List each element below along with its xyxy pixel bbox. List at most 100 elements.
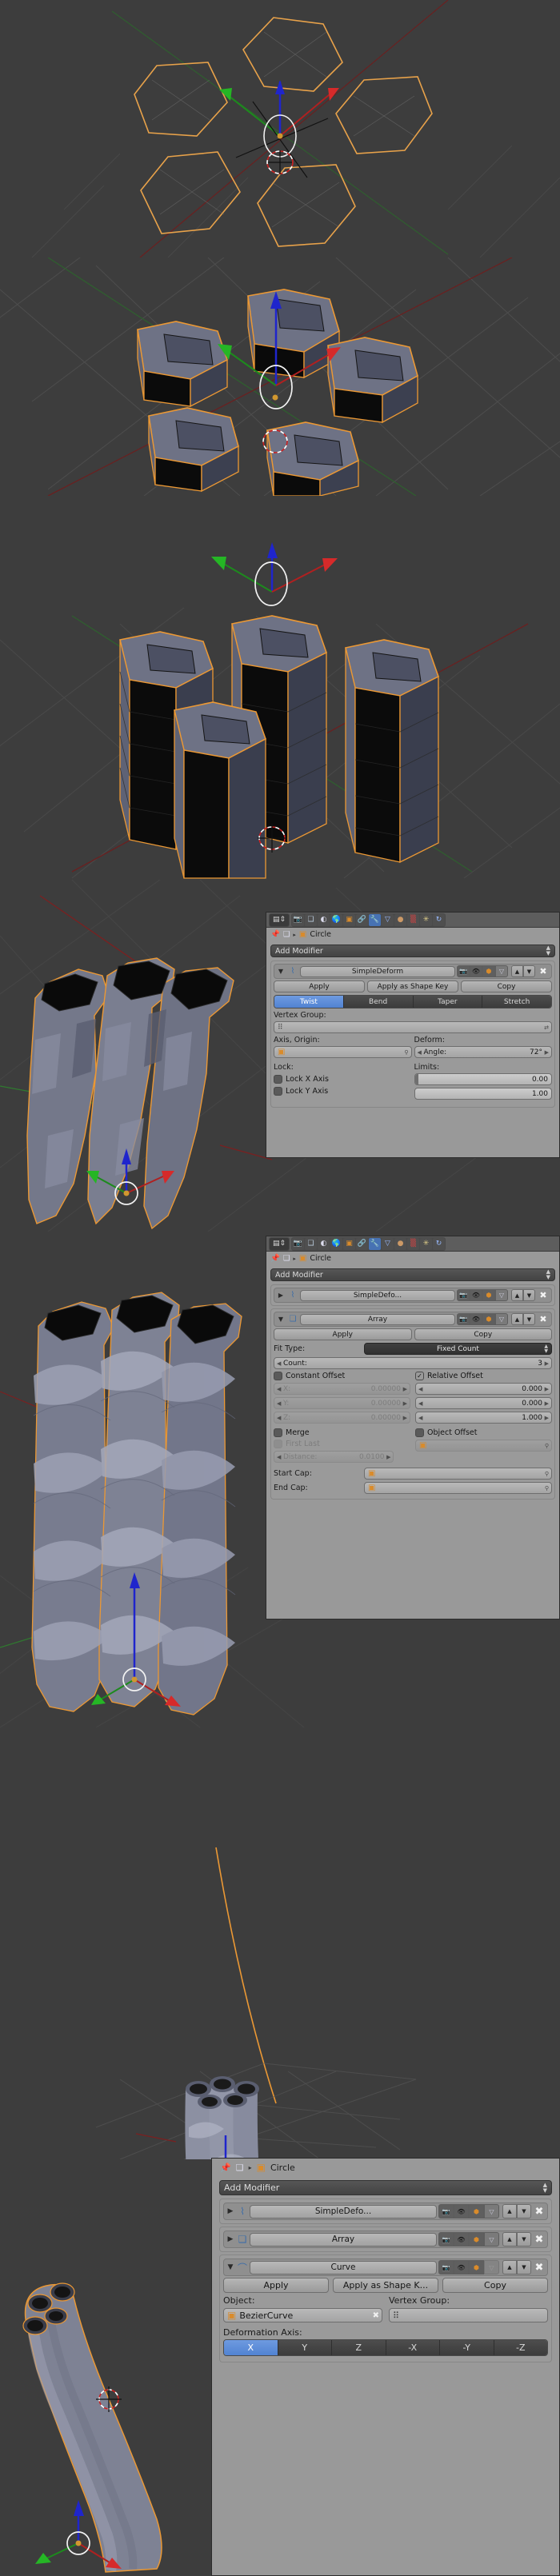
modifier-name-field[interactable]: Curve [250, 2260, 437, 2274]
pin-icon[interactable]: 📌 [270, 1254, 280, 1263]
constant-offset-z-field[interactable]: ◀ Z: 0.00000 ▶ [274, 1412, 410, 1424]
copy-button[interactable]: Copy [461, 980, 552, 992]
delete-modifier-icon[interactable]: ✖ [533, 2234, 546, 2246]
modifier-name-field[interactable]: Array [250, 2232, 437, 2247]
modifier-display-toggles[interactable]: 📷 👁 ⬢ ▽ [438, 2260, 499, 2274]
modifier-header[interactable]: ▼ ⌇ SimpleDeform 📷 👁 ⬢ ▽ ▲ ▼ ✖ [274, 964, 552, 979]
constant-offset-x-field[interactable]: ◀ X: 0.00000 ▶ [274, 1383, 410, 1395]
end-cap-field[interactable]: ▣ ⚲ [364, 1482, 552, 1494]
delete-modifier-icon[interactable]: ✖ [533, 2206, 546, 2218]
relative-offset-y-field[interactable]: ◀ 0.000 ▶ [415, 1397, 552, 1409]
modifiers-tab-icon[interactable]: 🔧 [369, 1237, 381, 1250]
limit-min-slider[interactable]: 0.00 [414, 1073, 552, 1085]
expand-triangle-icon[interactable]: ▶ [226, 2235, 235, 2243]
move-down-icon[interactable]: ▼ [523, 1313, 535, 1325]
scene-tab-icon[interactable]: ◐ [318, 1237, 330, 1250]
render-toggle-icon[interactable]: 📷 [438, 2260, 454, 2274]
modifier-display-toggles[interactable]: 📷 👁 ⬢ ▽ [438, 2204, 499, 2219]
properties-tab-group[interactable]: 📷 ❑ ◐ 🌎 ▣ 🔗 🔧 ▽ ● ▒ ✳ ↻ [291, 1236, 446, 1251]
vertex-group-field[interactable]: ⠿ ⇄ [274, 1021, 552, 1033]
editor-type-group[interactable]: ▤⇕ [269, 913, 290, 927]
mode-twist[interactable]: Twist [274, 996, 344, 1008]
move-up-icon[interactable]: ▲ [502, 2260, 517, 2274]
viewport-curve-and-object[interactable] [0, 1727, 560, 2159]
increment-arrow-icon[interactable]: ▶ [403, 1386, 407, 1392]
editor-type-icon[interactable]: ▤⇕ [270, 913, 289, 926]
checkbox-icon[interactable] [274, 1428, 282, 1437]
realtime-eye-icon[interactable]: 👁 [470, 965, 482, 977]
realtime-eye-icon[interactable]: 👁 [470, 1289, 482, 1301]
eyedropper-icon[interactable]: ⚲ [545, 1471, 549, 1477]
count-field[interactable]: ◀ Count: 3 ▶ [274, 1357, 552, 1369]
delete-modifier-icon[interactable]: ✖ [537, 966, 550, 976]
axis-neg-x[interactable]: -X [386, 2340, 440, 2355]
render-toggle-icon[interactable]: 📷 [457, 965, 470, 977]
viewport-hexagon-tall[interactable] [0, 496, 560, 880]
realtime-eye-icon[interactable]: 👁 [454, 2204, 469, 2219]
properties-tab-group[interactable]: 📷 ❑ ◐ 🌎 ▣ 🔗 🔧 ▽ ● ▒ ✳ ↻ [291, 913, 446, 927]
increment-arrow-icon[interactable]: ▶ [545, 1049, 549, 1056]
editmode-toggle-icon[interactable]: ⬢ [482, 1289, 495, 1301]
limit-max-slider[interactable]: 1.00 [414, 1088, 552, 1100]
render-toggle-icon[interactable]: 📷 [457, 1289, 470, 1301]
add-modifier-dropdown[interactable]: Add Modifier ▲ ▼ [270, 1268, 555, 1281]
angle-field[interactable]: ◀ Angle: 72° ▶ [414, 1046, 552, 1058]
properties-toolbar[interactable]: ▤⇕ 📷 ❑ ◐ 🌎 ▣ 🔗 🔧 ▽ ● ▒ ✳ ↻ [266, 1236, 559, 1252]
constant-offset-checkbox[interactable]: Constant Offset [274, 1372, 410, 1380]
apply-button[interactable]: Apply [223, 2278, 329, 2293]
oncage-toggle-icon[interactable]: ▽ [495, 1289, 508, 1301]
modifier-reorder-buttons[interactable]: ▲ ▼ [511, 1289, 535, 1301]
move-down-icon[interactable]: ▼ [517, 2232, 531, 2247]
modifier-header[interactable]: ▼ ❏ Array 📷 👁 ⬢ ▽ ▲ ▼ ✖ [274, 1312, 552, 1327]
render-layers-tab-icon[interactable]: ❑ [305, 1237, 317, 1250]
modifier-reorder-buttons[interactable]: ▲ ▼ [511, 1313, 535, 1325]
increment-arrow-icon[interactable]: ▶ [403, 1400, 407, 1407]
object-tab-icon[interactable]: ▣ [343, 913, 355, 926]
apply-button[interactable]: Apply [274, 1328, 412, 1340]
axis-origin-field[interactable]: ▣ ⚲ [274, 1046, 412, 1058]
particles-tab-icon[interactable]: ✳ [420, 1237, 432, 1250]
modifier-header[interactable]: ▼ ⌒ Curve 📷 👁 ⬢ ▽ ▲ ▼ ✖ [223, 2258, 548, 2276]
modifiers-tab-icon[interactable]: 🔧 [369, 913, 381, 926]
move-down-icon[interactable]: ▼ [517, 2260, 531, 2274]
first-last-checkbox[interactable]: First Last [274, 1440, 410, 1448]
editmode-toggle-icon[interactable]: ⬢ [482, 1313, 495, 1325]
object-tab-icon[interactable]: ▣ [343, 1237, 355, 1250]
expand-triangle-icon[interactable]: ▼ [226, 2263, 235, 2271]
checkbox-icon[interactable] [274, 1075, 282, 1084]
world-tab-icon[interactable]: 🌎 [330, 913, 342, 926]
relative-offset-z-field[interactable]: ◀ 1.000 ▶ [415, 1412, 552, 1424]
expand-triangle-icon[interactable]: ▼ [276, 968, 286, 975]
modifier-header-collapsed[interactable]: ▶ ❏ Array 📷 👁 ⬢ ▽ ▲ ▼ ✖ [223, 2231, 548, 2248]
constant-offset-y-field[interactable]: ◀ Y: 0.00000 ▶ [274, 1397, 410, 1409]
decrement-arrow-icon[interactable]: ◀ [277, 1454, 281, 1460]
mode-taper[interactable]: Taper [413, 996, 483, 1008]
move-up-icon[interactable]: ▲ [511, 965, 523, 977]
viewport-hexagon-outlines[interactable] [0, 0, 560, 258]
render-toggle-icon[interactable]: 📷 [457, 1313, 470, 1325]
axis-neg-z[interactable]: -Z [494, 2340, 547, 2355]
realtime-eye-icon[interactable]: 👁 [470, 1313, 482, 1325]
apply-as-shape-key-button[interactable]: Apply as Shape Key [367, 980, 458, 992]
properties-panel-array[interactable]: ▤⇕ 📷 ❑ ◐ 🌎 ▣ 🔗 🔧 ▽ ● ▒ ✳ ↻ 📌 ❑ ▸ ▣ Circl… [266, 1236, 560, 1619]
increment-arrow-icon[interactable]: ▶ [545, 1415, 549, 1421]
curve-object-field[interactable]: ▣ BezierCurve ✖ [223, 2308, 382, 2322]
object-offset-checkbox[interactable]: Object Offset [415, 1428, 552, 1437]
decrement-arrow-icon[interactable]: ◀ [418, 1400, 422, 1407]
oncage-toggle-icon[interactable]: ▽ [495, 1313, 508, 1325]
constraints-tab-icon[interactable]: 🔗 [356, 1237, 368, 1250]
editor-type-icon[interactable]: ▤⇕ [270, 1237, 289, 1250]
delete-modifier-icon[interactable]: ✖ [533, 2262, 546, 2274]
relative-offset-x-field[interactable]: ◀ 0.000 ▶ [415, 1383, 552, 1395]
pin-icon[interactable]: 📌 [220, 2163, 231, 2173]
realtime-eye-icon[interactable]: 👁 [454, 2260, 469, 2274]
delete-modifier-icon[interactable]: ✖ [537, 1314, 550, 1324]
viewport-hexagon-extruded[interactable] [0, 258, 560, 496]
editor-type-group[interactable]: ▤⇕ [269, 1236, 290, 1251]
clear-object-icon[interactable]: ✖ [373, 2311, 379, 2320]
expand-triangle-icon[interactable]: ▶ [226, 2207, 235, 2215]
checkbox-icon[interactable] [274, 1440, 282, 1448]
render-tab-icon[interactable]: 📷 [292, 1237, 304, 1250]
physics-tab-icon[interactable]: ↻ [433, 913, 445, 926]
lock-y-axis-checkbox[interactable]: Lock Y Axis [274, 1085, 412, 1097]
